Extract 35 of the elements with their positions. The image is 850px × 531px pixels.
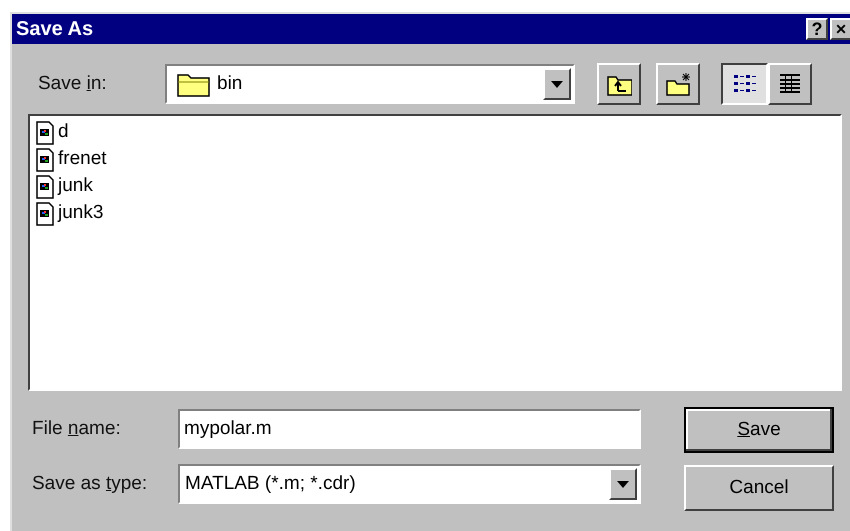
cancel-button[interactable]: Cancel [684,465,834,511]
file-name: junk3 [58,201,104,226]
file-list[interactable]: d frenet junk junk3 [28,114,842,391]
file-name-label: File name: [32,416,122,441]
save-in-dropdown[interactable]: bin [165,64,575,104]
dropdown-button[interactable] [543,68,571,100]
file-icon [36,174,54,198]
save-as-type-dropdown[interactable]: MATLAB (*.m; *.cdr) [178,464,641,504]
save-as-type-value: MATLAB (*.m; *.cdr) [185,472,357,496]
list-view-button[interactable] [721,63,768,105]
new-folder-icon [665,71,691,97]
save-as-type-label: Save as type: [32,472,148,496]
new-folder-button[interactable] [656,63,700,105]
file-name: frenet [58,147,107,172]
file-item[interactable]: junk [36,173,97,200]
caret-icon [617,480,629,488]
file-item[interactable]: frenet [36,146,111,173]
save-in-label: Save in: [38,72,108,96]
details-view-button[interactable] [768,63,812,105]
file-icon [36,120,54,144]
file-item[interactable]: d [36,119,73,146]
file-icon [36,148,54,172]
help-button[interactable]: ? [806,18,828,40]
dropdown-button[interactable] [609,468,637,500]
file-icon [36,202,54,226]
save-button[interactable]: Save [684,407,834,453]
window-title: Save As [16,17,94,42]
file-item[interactable]: junk3 [36,200,108,227]
up-folder-button[interactable] [597,63,641,105]
caret-icon [551,80,563,88]
close-button[interactable]: × [830,18,850,40]
file-name: junk [58,174,93,198]
file-name: d [58,120,69,144]
file-name-field[interactable]: mypolar.m [178,409,641,449]
save-in-value: bin [217,72,244,96]
